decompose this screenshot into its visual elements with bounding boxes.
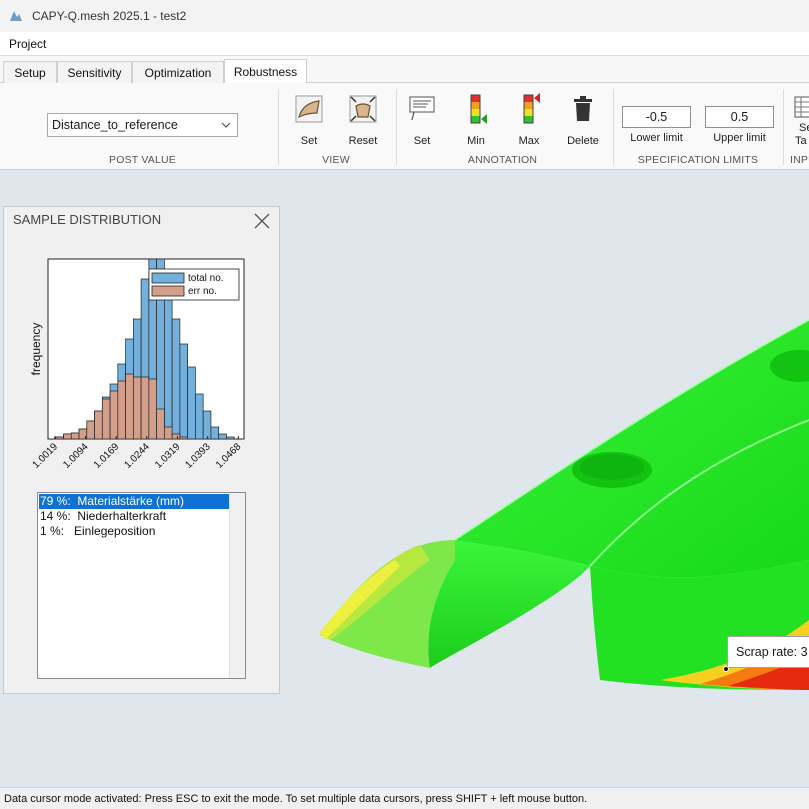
histogram-bar-total (179, 343, 188, 440)
window-title: CAPY-Q.mesh 2025.1 - test2 (32, 9, 187, 23)
upper-limit-input[interactable]: 0.5 (705, 106, 774, 128)
tab-setup[interactable]: Setup (3, 61, 57, 83)
close-icon[interactable] (253, 212, 271, 230)
tab-optimization[interactable]: Optimization (132, 61, 224, 83)
annotation-set-button[interactable]: Set (396, 91, 448, 151)
histogram-bar-err (164, 426, 173, 440)
sensitivity-list[interactable]: 79 %: Materialstärke (mm) 14 %: Niederha… (37, 492, 246, 679)
annotation-icon (409, 96, 435, 121)
histogram-bar-total (195, 393, 204, 440)
menu-project[interactable]: Project (9, 37, 46, 51)
group-separator (783, 89, 784, 165)
x-tick-label: 1.0393 (183, 441, 213, 471)
histogram-bar-err (70, 432, 80, 440)
histogram-chart: 1.0019 1.0094 1.0169 1.0244 1.0319 1.0393 1.04… (29, 258, 245, 471)
histogram-bar-total (202, 410, 212, 440)
x-tick-label: 1.0169 (92, 441, 122, 471)
input-table-label-1: Se (799, 122, 809, 134)
x-tick-label: 1.0468 (214, 441, 244, 471)
tab-sensitivity[interactable]: Sensitivity (57, 61, 132, 83)
histogram-bar-err (94, 410, 103, 440)
status-bar: Data cursor mode activated: Press ESC to… (0, 787, 809, 809)
chevron-down-icon (221, 122, 231, 128)
view-set-label: Set (300, 135, 318, 147)
panel-title: SAMPLE DISTRIBUTION (13, 212, 162, 227)
group-label-spec-limits: SPECIFICATION LIMITS (637, 154, 759, 166)
histogram-bar-total (164, 293, 173, 440)
list-item[interactable]: 79 %: Materialstärke (mm) (39, 494, 229, 509)
title-bar: CAPY-Q.mesh 2025.1 - test2 (0, 0, 809, 32)
histogram-bar-err (171, 433, 181, 440)
histogram-bar-total (171, 318, 181, 440)
input-table-label-2: Ta (795, 135, 807, 147)
x-tick-label: 1.0244 (123, 441, 153, 471)
list-item[interactable]: 14 %: Niederhalterkraft (39, 509, 229, 524)
legend-swatch-err (151, 285, 185, 297)
list-scrollbar[interactable] (229, 493, 245, 678)
histogram-bar-err (63, 433, 72, 440)
histogram-bar-total (210, 426, 220, 440)
ribbon: Distance_to_reference POST VALUE Set Res… (0, 83, 809, 170)
view-reset-icon (349, 95, 377, 123)
histogram-bar-err (86, 420, 95, 440)
view-reset-button[interactable]: Reset (337, 91, 389, 151)
annotation-delete-label: Delete (567, 135, 599, 147)
legend-swatch-total (151, 272, 185, 284)
max-marker-icon (523, 93, 540, 124)
group-label-input: INPU (790, 154, 809, 166)
app-icon (10, 11, 22, 21)
upper-limit-label: Upper limit (713, 132, 766, 144)
min-marker-icon (470, 94, 487, 124)
input-table-button[interactable]: Se Ta (789, 95, 809, 151)
group-separator (613, 89, 614, 165)
histogram-bar-err (117, 380, 126, 440)
histogram-bar-err (148, 378, 157, 440)
tab-bar: Setup Sensitivity Optimization Robustnes… (0, 56, 809, 84)
menu-bar: Project (0, 32, 809, 56)
histogram-bar-err (109, 390, 119, 440)
legend-total: total no. (188, 273, 224, 284)
view-reset-label: Reset (348, 135, 378, 147)
histogram-bar-err (101, 398, 111, 440)
annotation-max-button[interactable]: Max (503, 91, 555, 151)
annotation-min-button[interactable]: Min (450, 91, 502, 151)
post-value-select[interactable]: Distance_to_reference (47, 113, 238, 137)
annotation-delete-button[interactable]: Delete (557, 91, 609, 151)
group-label-post-value: POST VALUE (109, 154, 176, 166)
list-item[interactable]: 1 %: Einlegeposition (39, 524, 229, 539)
histogram-bar-err (125, 373, 134, 440)
histogram-bar-err (55, 436, 64, 440)
histogram-bar-err (156, 408, 165, 440)
data-cursor-marker[interactable] (723, 666, 729, 672)
annotation-set-label: Set (413, 135, 431, 147)
x-tick-label: 1.0094 (61, 441, 91, 471)
histogram-bar-err (179, 436, 188, 440)
lower-limit-input[interactable]: -0.5 (622, 106, 691, 128)
view-set-button[interactable]: Set (283, 91, 335, 151)
y-axis-label: frequency (29, 323, 43, 376)
legend-err: err no. (188, 286, 217, 297)
lower-limit-label: Lower limit (630, 132, 683, 144)
post-value-selected: Distance_to_reference (52, 118, 178, 132)
group-label-annotation: ANNOTATION (467, 154, 538, 166)
trash-icon (574, 96, 592, 121)
annotation-min-label: Min (467, 135, 485, 147)
tab-robustness[interactable]: Robustness (224, 59, 307, 84)
x-tick-label: 1.0319 (153, 441, 183, 471)
histogram-bar-total (187, 366, 196, 440)
histogram-bar-total (226, 436, 235, 440)
annotation-max-label: Max (518, 135, 540, 147)
histogram-bar-total (218, 433, 227, 440)
table-icon (794, 96, 809, 118)
view-set-icon (295, 95, 323, 123)
sample-distribution-panel: SAMPLE DISTRIBUTION 1.0019 1.0094 1.0169 1.… (3, 206, 280, 694)
x-tick-label: 1.0019 (31, 441, 61, 471)
group-separator (278, 89, 279, 165)
scrap-rate-tooltip: Scrap rate: 3 (727, 636, 809, 668)
group-label-view: VIEW (322, 154, 350, 166)
status-text: Data cursor mode activated: Press ESC to… (4, 792, 588, 805)
histogram-bar-err (140, 376, 150, 440)
histogram-bar-err (132, 376, 142, 440)
